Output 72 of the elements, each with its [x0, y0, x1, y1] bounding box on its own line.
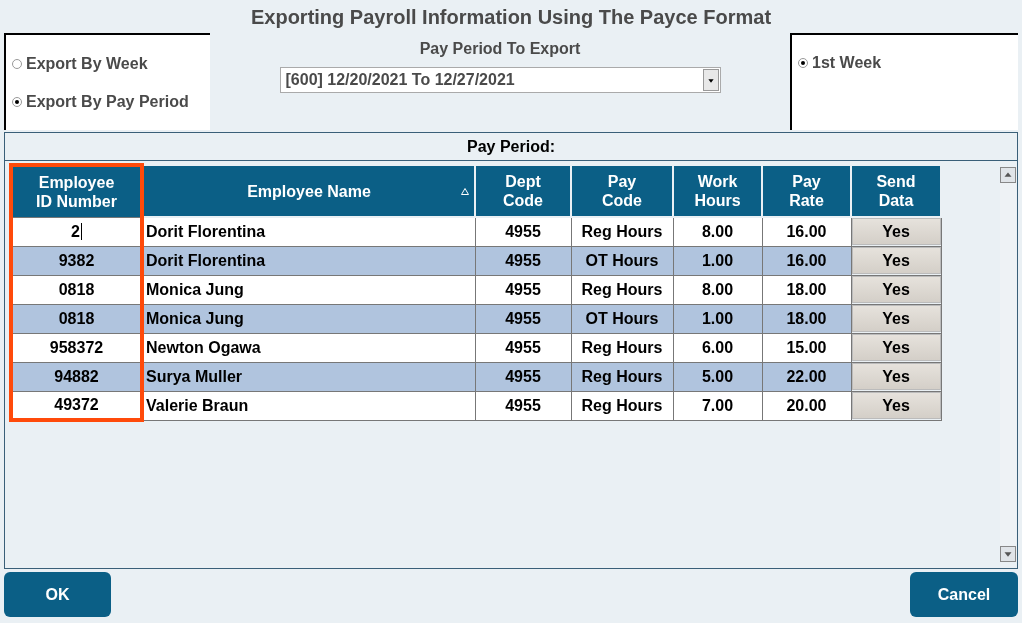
- table-cell: Valerie Braun: [146, 396, 249, 414]
- pay-period-dropdown[interactable]: [600] 12/20/2021 To 12/27/2021: [279, 67, 721, 93]
- table-cell: Dorit Florentina: [146, 222, 266, 240]
- column-header[interactable]: Pay Rate: [762, 165, 851, 217]
- column-header[interactable]: Pay Code: [571, 165, 673, 217]
- table-cell: 4955: [505, 367, 541, 385]
- table-cell: 4955: [505, 222, 541, 240]
- table-cell: 22.00: [786, 367, 827, 385]
- cancel-button[interactable]: Cancel: [910, 572, 1018, 617]
- yes-button[interactable]: Yes: [851, 276, 941, 303]
- table-cell: 16.00: [786, 222, 827, 240]
- table-cell: 18.00: [786, 309, 827, 327]
- ok-button[interactable]: OK: [4, 572, 111, 617]
- table-cell: 1.00: [701, 309, 734, 327]
- table-cell: 5.00: [701, 367, 734, 385]
- grid-title: Pay Period:: [5, 133, 1017, 161]
- radio-button[interactable]: [12, 96, 22, 107]
- table-cell: Reg Hours: [581, 367, 663, 385]
- radio-button[interactable]: [798, 58, 808, 68]
- table-cell: Monica Jung: [146, 309, 244, 327]
- table-cell: 8.00: [701, 280, 734, 298]
- yes-button[interactable]: Yes: [851, 334, 941, 361]
- scroll-up-icon[interactable]: [1000, 167, 1016, 183]
- field-label: Pay Period To Export: [419, 39, 581, 59]
- column-header[interactable]: Send Data: [851, 165, 941, 217]
- table-cell: 18.00: [786, 280, 827, 298]
- column-header[interactable]: Dept Code: [475, 165, 571, 217]
- table-cell: Dorit Florentina: [146, 251, 266, 269]
- table-cell: 49372: [54, 395, 99, 413]
- table-cell: 4955: [505, 309, 541, 327]
- table-cell: 20.00: [786, 396, 827, 414]
- radio-label[interactable]: Export By Pay Period: [26, 89, 189, 114]
- table-cell: 958372: [49, 338, 104, 356]
- table-cell: Reg Hours: [581, 338, 663, 356]
- table-cell: 15.00: [786, 338, 827, 356]
- radio-label[interactable]: 1st Week: [812, 51, 882, 75]
- table-cell: 8.00: [701, 222, 734, 240]
- table-cell: Reg Hours: [581, 396, 663, 414]
- table-cell: Monica Jung: [146, 280, 244, 298]
- table-cell: 9382: [58, 251, 95, 269]
- scroll-down-icon[interactable]: [1000, 546, 1016, 562]
- scrollbar[interactable]: [1000, 167, 1016, 562]
- table-cell: 7.00: [701, 396, 734, 414]
- yes-button[interactable]: Yes: [851, 218, 941, 246]
- yes-button[interactable]: Yes: [851, 392, 941, 419]
- column-header[interactable]: Employee Name: [142, 165, 475, 217]
- table-cell: Reg Hours: [581, 280, 663, 298]
- table-cell: OT Hours: [585, 251, 659, 269]
- table-cell: 4955: [505, 251, 541, 269]
- table-cell: 1.00: [701, 251, 734, 269]
- id-input-field[interactable]: 2: [11, 217, 142, 246]
- table-cell: 94882: [54, 367, 99, 385]
- table-cell: Reg Hours: [581, 222, 663, 240]
- yes-button[interactable]: Yes: [851, 305, 941, 332]
- table-cell: 4955: [505, 396, 541, 414]
- yes-button[interactable]: Yes: [851, 247, 941, 274]
- sort-indicator-icon: [461, 188, 469, 195]
- table-cell: Surya Muller: [146, 367, 243, 385]
- column-header[interactable]: Work Hours: [673, 165, 762, 217]
- radio-label[interactable]: Export By Week: [26, 51, 148, 76]
- yes-button[interactable]: Yes: [851, 363, 941, 390]
- table-cell: 4955: [505, 280, 541, 298]
- table-cell: Newton Ogawa: [146, 338, 261, 356]
- table-cell: 6.00: [701, 338, 734, 356]
- column-header[interactable]: Employee ID Number: [11, 165, 142, 217]
- table-cell: 16.00: [786, 251, 827, 269]
- table-cell: OT Hours: [585, 309, 659, 327]
- table-cell: 0818: [58, 280, 95, 298]
- table-cell: 0818: [58, 309, 95, 327]
- window-title: Exporting Payroll Information Using The Payce Format: [249, 4, 773, 30]
- table-cell: 4955: [505, 338, 541, 356]
- radio-button[interactable]: [12, 58, 22, 69]
